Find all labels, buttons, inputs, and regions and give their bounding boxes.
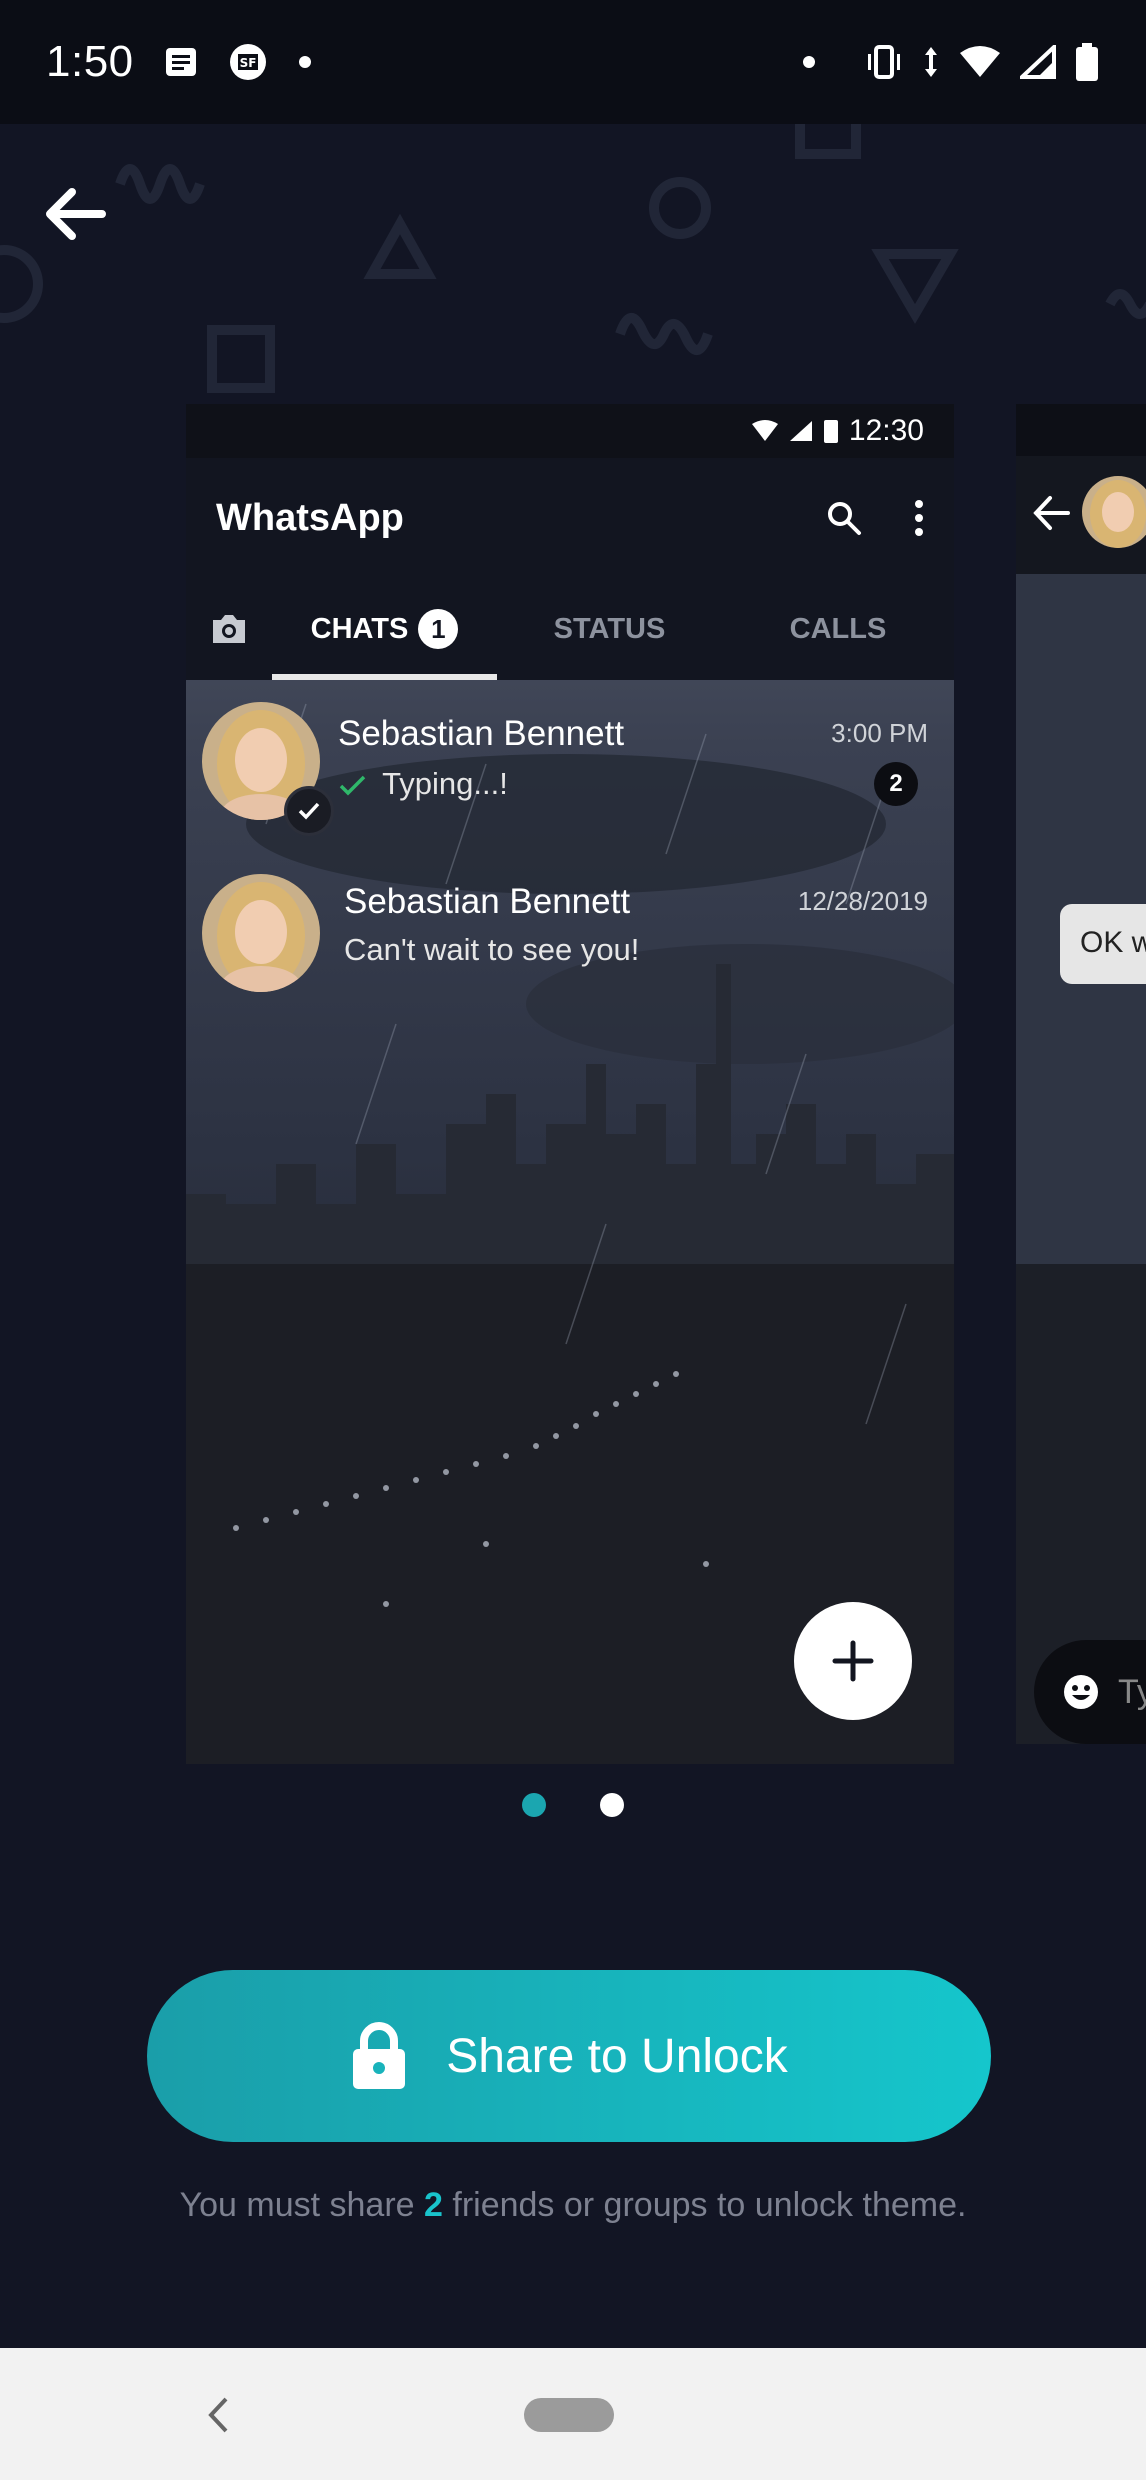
sf-app-icon: SF — [228, 42, 268, 82]
theme-preview-card[interactable]: 12:30 WhatsApp CHATS 1 STATUS CALLS Seba… — [186, 404, 954, 1764]
plus-icon — [832, 1640, 874, 1682]
page-indicator — [0, 1793, 1146, 1817]
page-dot-active[interactable] — [522, 1793, 546, 1817]
chat-last-message: Can't wait to see you! — [344, 932, 640, 967]
search-icon — [828, 502, 861, 535]
nav-back-button[interactable] — [196, 2390, 240, 2440]
preview-tab-chats: CHATS 1 — [272, 578, 497, 680]
preview-app-bar: WhatsApp — [186, 458, 954, 578]
chat-time: 3:00 PM — [831, 718, 928, 748]
svg-text:SF: SF — [239, 56, 256, 70]
unlock-hint-suffix: friends or groups to unlock theme. — [442, 2186, 967, 2224]
avatar — [1082, 476, 1146, 548]
back-button[interactable] — [36, 176, 112, 252]
new-chat-fab — [794, 1602, 912, 1720]
chat-contact-name: Sebastian Bennett — [338, 714, 625, 753]
notes-icon — [164, 45, 198, 79]
preview-tab-status: STATUS — [553, 612, 666, 645]
signal-icon — [789, 421, 812, 441]
message-input-placeholder: Ty — [1118, 1672, 1146, 1711]
message-input: Ty — [1034, 1640, 1146, 1744]
preview-tabs: CHATS 1 STATUS CALLS — [186, 578, 954, 680]
message-bubble-text: OK w — [1080, 926, 1146, 959]
nav-home-pill[interactable] — [524, 2398, 614, 2432]
unlock-hint-text: You must share 2 friends or groups to un… — [160, 2180, 986, 2230]
chat-contact-name: Sebastian Bennett — [344, 882, 631, 921]
arrow-left-icon — [1033, 496, 1070, 530]
system-navigation-bar — [0, 2348, 1146, 2480]
system-status-bar: 1:50 SF — [0, 0, 1146, 124]
preview-tab-calls: CALLS — [789, 612, 887, 645]
avatar — [202, 874, 320, 992]
chat-last-message: Typing...! — [338, 766, 508, 802]
wifi-icon — [958, 45, 1002, 79]
read-status-badge — [284, 786, 334, 836]
signal-icon — [1020, 45, 1056, 79]
lock-icon — [353, 2022, 406, 2089]
background-squiggle-decoration — [0, 124, 1146, 393]
unread-count-badge: 2 — [874, 762, 918, 806]
arrow-left-icon — [46, 188, 106, 240]
chat-time: 12/28/2019 — [797, 886, 928, 916]
preview-chat-row: Sebastian Bennett Typing...! 3:00 PM 2 — [186, 680, 954, 840]
share-to-unlock-button[interactable]: Share to Unlock — [147, 1970, 991, 2142]
vibrate-icon — [864, 45, 904, 79]
next-theme-preview-card[interactable]: OK w Ty — [1016, 404, 1146, 1744]
next-theme-wallpaper — [1016, 404, 1146, 1744]
unlock-hint-prefix: You must share — [179, 2186, 425, 2224]
message-bubble: OK w — [1060, 904, 1146, 984]
preview-tab-chats-label: CHATS — [310, 612, 409, 645]
dot-icon — [298, 55, 312, 69]
dot-icon — [802, 55, 816, 69]
battery-icon — [823, 420, 838, 443]
chat-last-message-text: Typing...! — [382, 766, 508, 801]
check-icon — [298, 802, 320, 820]
more-vertical-icon — [915, 500, 923, 536]
preview-app-title: WhatsApp — [216, 496, 404, 539]
preview-tab-camera — [186, 578, 272, 680]
battery-icon — [1074, 42, 1100, 82]
camera-icon — [213, 615, 245, 643]
data-arrows-icon — [922, 45, 940, 79]
preview-status-time: 12:30 — [848, 414, 924, 447]
delivered-check-icon — [339, 775, 366, 796]
unlock-share-count: 2 — [424, 2186, 443, 2224]
emoji-icon — [1064, 1675, 1098, 1709]
wifi-icon — [751, 420, 778, 441]
preview-chat-row: Sebastian Bennett Can't wait to see you!… — [186, 852, 954, 1012]
preview-status-bar: 12:30 — [186, 404, 954, 458]
preview-tab-chats-badge: 1 — [418, 609, 459, 649]
chevron-left-icon — [208, 2397, 228, 2433]
status-time: 1:50 — [46, 37, 134, 86]
page-dot[interactable] — [600, 1793, 624, 1817]
share-to-unlock-label: Share to Unlock — [446, 2029, 788, 2083]
